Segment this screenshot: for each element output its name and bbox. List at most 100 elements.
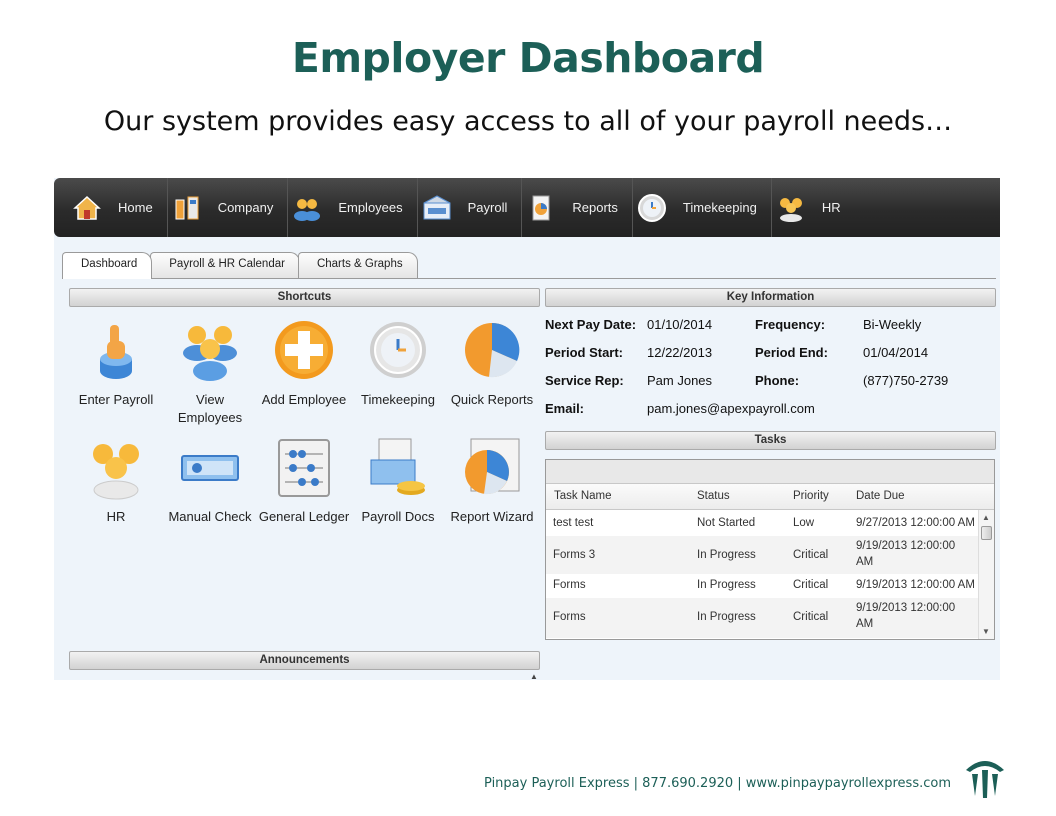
task-status-cell: In Progress <box>697 549 756 561</box>
column-header-status[interactable]: Status <box>697 490 730 502</box>
nav-label: Reports <box>572 200 618 215</box>
scroll-thumb[interactable] <box>981 526 992 540</box>
nav-label: Employees <box>338 200 403 215</box>
group-panel <box>546 460 994 484</box>
task-priority-cell: Critical <box>793 611 829 623</box>
reports-icon <box>526 193 556 223</box>
shortcut-label: Quick Reports <box>450 392 534 407</box>
task-priority-cell: Critical <box>793 549 829 561</box>
tasks-grid: Task Name Status Priority Date Due test … <box>545 459 995 640</box>
shortcut-label: Enter Payroll <box>78 392 154 407</box>
table-row[interactable]: Forms 3 In Progress Critical 9/19/2013 1… <box>546 536 978 574</box>
shortcut-timekeeping[interactable]: Timekeeping <box>351 319 445 409</box>
nav-hr[interactable]: HR <box>772 178 855 237</box>
shortcut-label: Report Wizard <box>450 509 534 524</box>
top-nav: Home Company Employees Payroll Reports T… <box>54 178 1000 237</box>
task-name-cell: Forms <box>553 579 586 591</box>
abacus-icon <box>271 436 337 502</box>
shortcut-label: View Employees <box>177 392 243 425</box>
tab-charts-graphs[interactable]: Charts & Graphs <box>297 252 418 279</box>
shortcut-label: General Ledger <box>258 509 350 524</box>
nav-label: HR <box>821 200 841 215</box>
task-date-cell: 9/19/2013 12:00:00 AM <box>856 579 975 591</box>
hand-pointer-icon <box>83 319 149 385</box>
tab-payroll-hr-calendar[interactable]: Payroll & HR Calendar <box>150 252 300 279</box>
tasks-scrollbar[interactable]: ▲ ▼ <box>978 510 994 639</box>
nav-label: Company <box>217 200 274 215</box>
task-name-cell: Forms <box>553 611 586 623</box>
period-start-value: 12/22/2013 <box>647 345 713 360</box>
shortcut-label: Payroll Docs <box>361 509 435 524</box>
email-label: Email: <box>545 401 585 416</box>
table-row[interactable]: test test Not Started Low 9/27/2013 12:0… <box>546 512 978 536</box>
nav-employees[interactable]: Employees <box>288 178 416 237</box>
shortcut-quick-reports[interactable]: Quick Reports <box>445 319 539 409</box>
shortcut-report-wizard[interactable]: Report Wizard <box>445 436 539 526</box>
payroll-icon <box>422 193 452 223</box>
announcements-scroll-up-icon[interactable]: ▲ <box>530 672 542 680</box>
nav-reports[interactable]: Reports <box>522 178 632 237</box>
clock-icon <box>365 319 431 385</box>
column-header-task-name[interactable]: Task Name <box>554 490 612 502</box>
nav-label: Home <box>118 200 153 215</box>
home-icon <box>72 193 102 223</box>
slide-subtitle: Our system provides easy access to all o… <box>103 106 953 137</box>
column-header-priority[interactable]: Priority <box>793 490 829 502</box>
task-status-cell: In Progress <box>697 611 756 623</box>
nav-timekeeping[interactable]: Timekeeping <box>633 178 771 237</box>
shortcut-label: HR <box>106 509 126 524</box>
task-name-cell: Forms 3 <box>553 549 596 561</box>
shortcuts-header: Shortcuts <box>69 288 540 307</box>
period-start-label: Period Start: <box>545 345 624 360</box>
task-date-cell-cont: AM <box>856 556 874 568</box>
shortcut-hr[interactable]: HR <box>69 436 163 526</box>
task-name-cell: test test <box>553 517 594 529</box>
task-priority-cell: Critical <box>793 579 829 591</box>
nav-label: Payroll <box>467 200 508 215</box>
tasks-header: Tasks <box>545 431 996 450</box>
tab-dashboard[interactable]: Dashboard <box>62 252 153 279</box>
shortcut-view-employees[interactable]: View Employees <box>163 319 257 427</box>
column-header-date-due[interactable]: Date Due <box>856 490 905 502</box>
check-icon <box>177 436 243 502</box>
table-row[interactable]: Forms In Progress Critical 9/19/2013 12:… <box>546 574 978 598</box>
key-info-header: Key Information <box>545 288 996 307</box>
documents-icon <box>365 436 431 502</box>
nav-company[interactable]: Company <box>168 178 288 237</box>
pie-chart-icon <box>459 319 525 385</box>
period-end-label: Period End: <box>755 345 828 360</box>
shortcut-general-ledger[interactable]: General Ledger <box>257 436 351 526</box>
phone-label: Phone: <box>755 373 800 388</box>
shortcut-manual-check[interactable]: Manual Check <box>163 436 257 526</box>
footer-contact: Pinpay Payroll Express | 877.690.2920 | … <box>484 776 951 791</box>
nav-home[interactable]: Home <box>68 178 167 237</box>
app-window: Home Company Employees Payroll Reports T… <box>54 178 1000 680</box>
report-wizard-icon <box>459 436 525 502</box>
period-end-value: 01/04/2014 <box>863 345 929 360</box>
nav-label: Timekeeping <box>682 200 757 215</box>
frequency-label: Frequency: <box>755 317 826 332</box>
next-pay-date-value: 01/10/2014 <box>647 317 713 332</box>
task-date-cell: 9/19/2013 12:00:00 <box>856 602 956 614</box>
task-priority-cell: Low <box>793 517 815 529</box>
task-date-cell-cont: AM <box>856 618 874 630</box>
dashboard-content: Shortcuts Enter Payroll View Employees A… <box>62 278 996 680</box>
service-rep-value: Pam Jones <box>647 373 713 388</box>
scroll-down-icon[interactable]: ▼ <box>982 627 990 636</box>
scroll-up-icon[interactable]: ▲ <box>982 513 990 522</box>
shortcut-add-employee[interactable]: Add Employee <box>257 319 351 409</box>
shortcut-payroll-docs[interactable]: Payroll Docs <box>351 436 445 526</box>
nav-payroll[interactable]: Payroll <box>418 178 522 237</box>
task-date-cell: 9/19/2013 12:00:00 <box>856 540 956 552</box>
service-rep-label: Service Rep: <box>545 373 624 388</box>
people-group-icon <box>83 436 149 502</box>
phone-value: (877)750-2739 <box>863 373 949 388</box>
shortcut-label: Manual Check <box>168 509 252 524</box>
task-date-cell: 9/27/2013 12:00:00 AM <box>856 517 975 529</box>
shortcut-label: Timekeeping <box>361 392 435 407</box>
tab-bar: Dashboard Payroll & HR Calendar Charts &… <box>62 252 418 279</box>
shortcut-label: Add Employee <box>261 392 347 407</box>
table-row[interactable]: Forms In Progress Critical 9/19/2013 12:… <box>546 598 978 638</box>
email-value[interactable]: pam.jones@apexpayroll.com <box>647 401 815 416</box>
shortcut-enter-payroll[interactable]: Enter Payroll <box>69 319 163 409</box>
